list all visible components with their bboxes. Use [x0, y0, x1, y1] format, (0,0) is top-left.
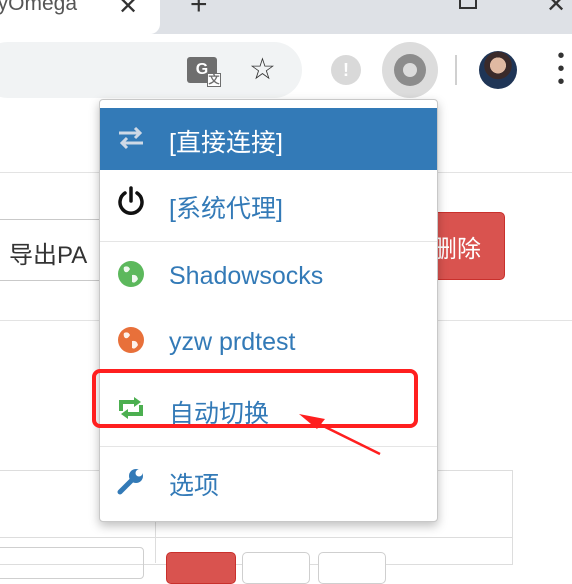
switchyomega-extension-button[interactable]	[382, 42, 438, 98]
swap-arrows-icon	[119, 126, 143, 150]
row-action-button[interactable]	[242, 552, 310, 584]
extension-alert-icon[interactable]: !	[331, 55, 361, 85]
delete-label: 删除	[433, 236, 481, 263]
window-close-icon[interactable]: ✕	[546, 0, 566, 19]
profile-avatar[interactable]	[479, 51, 517, 89]
browser-tab[interactable]: nyOmega ✕	[0, 0, 160, 34]
translate-icon[interactable]: G文	[187, 57, 221, 87]
bookmark-star-icon[interactable]: ☆	[249, 50, 276, 90]
browser-menu-icon[interactable]: • • •	[557, 46, 565, 92]
power-icon	[118, 186, 144, 215]
globe-orange-icon	[118, 327, 144, 353]
new-tab-icon[interactable]: +	[190, 0, 208, 22]
annotation-arrow	[299, 414, 381, 456]
omega-circle-icon	[394, 54, 426, 86]
menu-item-system-proxy[interactable]: [系统代理]	[100, 172, 437, 238]
tab-close-icon[interactable]: ✕	[118, 0, 138, 21]
translate-sub-glyph: 文	[207, 73, 221, 87]
menu-item-label: [直接连接]	[169, 129, 283, 157]
table-cell-input[interactable]	[0, 547, 144, 579]
menu-item-yzw-prdtest[interactable]: yzw prdtest	[100, 310, 437, 376]
menu-item-shadowsocks[interactable]: Shadowsocks	[100, 244, 437, 310]
export-pac-label: 导出PA	[9, 242, 88, 269]
menu-item-label: 选项	[169, 472, 220, 500]
menu-item-label: yzw prdtest	[169, 328, 296, 356]
table-divider	[0, 537, 512, 538]
wrench-icon	[117, 469, 143, 495]
toolbar-separator	[455, 55, 457, 85]
globe-green-icon	[118, 261, 144, 287]
tab-strip: nyOmega ✕ + ✕	[0, 0, 572, 34]
menu-item-direct[interactable]: [直接连接]	[100, 108, 437, 170]
menu-item-label: [系统代理]	[169, 195, 283, 223]
row-action-button[interactable]	[318, 552, 386, 584]
tab-title: nyOmega	[0, 0, 78, 15]
window-restore-icon[interactable]	[459, 0, 477, 9]
menu-divider	[100, 241, 437, 242]
menu-item-label: Shadowsocks	[169, 262, 324, 290]
row-delete-button[interactable]	[166, 552, 236, 584]
